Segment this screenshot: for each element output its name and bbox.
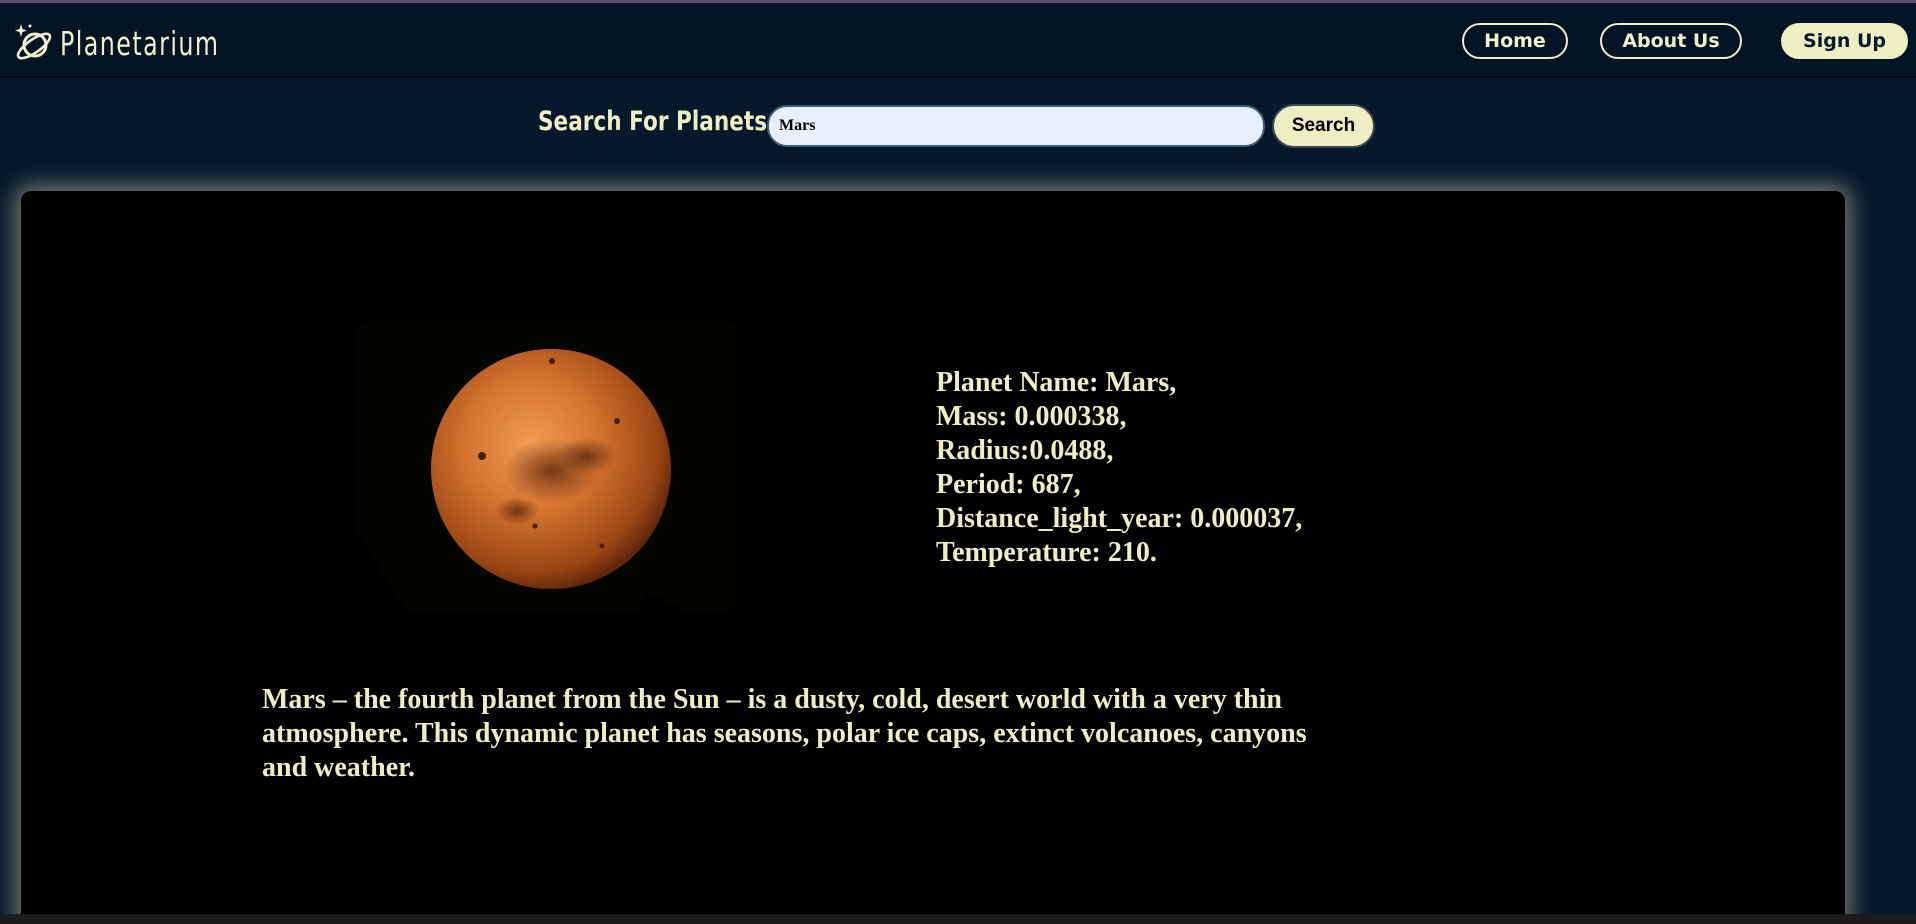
brand-name: Planetarium bbox=[60, 23, 220, 63]
planet-name-line: Planet Name: Mars, bbox=[936, 367, 1177, 398]
planet-radius-line: Radius:0.0488, bbox=[936, 435, 1114, 466]
brand-logo[interactable]: Planetarium bbox=[12, 19, 281, 67]
search-button[interactable]: Search bbox=[1272, 104, 1375, 148]
home-button[interactable]: Home bbox=[1462, 23, 1568, 59]
planet-period-line: Period: 687, bbox=[936, 469, 1081, 500]
planet-description: Mars – the fourth planet from the Sun – … bbox=[262, 684, 1307, 783]
planet-details: Planet Name: Mars, Mass: 0.000338, Radiu… bbox=[936, 366, 1302, 570]
about-us-button[interactable]: About Us bbox=[1600, 23, 1742, 59]
planet-card: Planet Name: Mars, Mass: 0.000338, Radiu… bbox=[21, 191, 1845, 924]
planet-temperature-line: Temperature: 210. bbox=[936, 537, 1157, 568]
planet-mass-line: Mass: 0.000338, bbox=[936, 401, 1127, 432]
ringed-planet-icon bbox=[15, 24, 52, 60]
search-input[interactable] bbox=[767, 105, 1265, 147]
search-label: Search For Planets bbox=[538, 106, 768, 137]
search-bar: Search For Planets Search bbox=[0, 80, 1916, 170]
sign-up-button[interactable]: Sign Up bbox=[1781, 23, 1908, 59]
navbar: Planetarium Home About Us Sign Up bbox=[0, 3, 1916, 78]
window-bottom-bar bbox=[0, 914, 1916, 924]
planet-distance-line: Distance_light_year: 0.000037, bbox=[936, 503, 1303, 534]
planet-image bbox=[337, 321, 737, 611]
